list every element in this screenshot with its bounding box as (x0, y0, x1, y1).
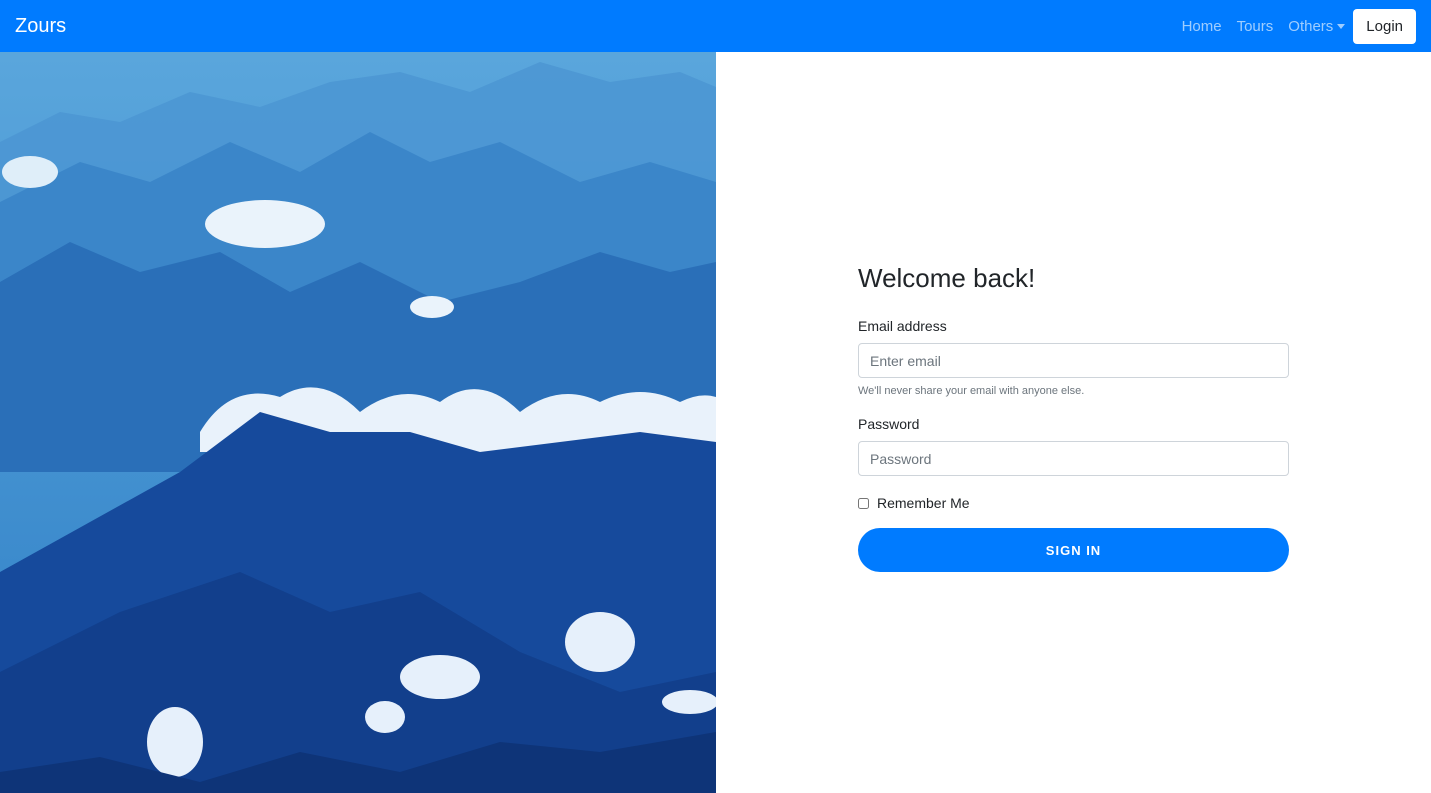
email-label: Email address (858, 318, 947, 334)
email-field[interactable] (858, 343, 1289, 378)
nav-dropdown-others-label: Others (1288, 17, 1334, 35)
remember-me-label[interactable]: Remember Me (877, 495, 970, 511)
login-form-panel: Welcome back! Email address We'll never … (858, 260, 1289, 572)
top-navbar: Zours Home Tours Others Login (0, 0, 1431, 52)
mountain-hero-image (0, 52, 716, 793)
chevron-down-icon (1337, 23, 1346, 29)
nav-links: Home Tours Others Login (1167, 8, 1416, 44)
sign-in-button[interactable]: SIGN IN (858, 528, 1289, 572)
nav-link-tours[interactable]: Tours (1237, 18, 1274, 35)
remember-me-checkbox[interactable] (858, 497, 869, 509)
email-help-text: We'll never share your email with anyone… (858, 385, 1085, 397)
nav-dropdown-others[interactable]: Others (1288, 17, 1346, 35)
login-button[interactable]: Login (1353, 8, 1416, 44)
remember-me-row: Remember Me (858, 495, 1289, 511)
nav-link-home[interactable]: Home (1182, 18, 1222, 35)
brand-logo[interactable]: Zours (15, 15, 66, 38)
mountain-illustration (0, 52, 716, 793)
password-label: Password (858, 416, 920, 432)
page-title: Welcome back! (858, 263, 1036, 293)
password-field[interactable] (858, 441, 1289, 476)
